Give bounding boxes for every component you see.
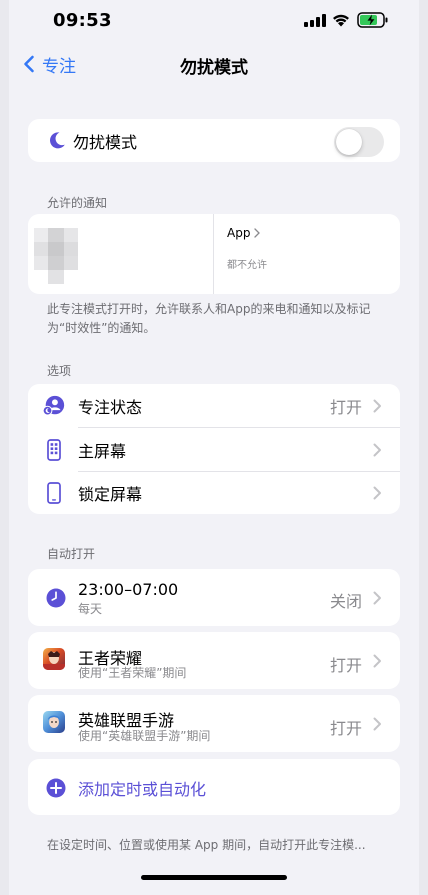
chevron-right-icon	[373, 399, 381, 412]
option-value: 打开	[329, 397, 362, 417]
option-label: 主屏幕	[78, 441, 127, 461]
option-row-home-screen[interactable]: 主屏幕	[28, 428, 400, 471]
app-automation-value: 打开	[329, 656, 362, 675]
device-edge-right	[419, 0, 428, 895]
auto-on-footer: 在设定时间、位置或使用某 App 期间，自动打开此专注模...	[47, 838, 366, 852]
chevron-right-icon	[373, 591, 381, 605]
switch-knob	[336, 129, 362, 155]
allowed-notifications-card: App 都不允许	[28, 214, 400, 294]
app-automation-detail: 使用“王者荣耀”期间	[78, 666, 187, 680]
apps-allowed-label: App	[227, 226, 251, 240]
auto-on-header: 自动打开	[47, 547, 96, 561]
chevron-right-icon	[373, 443, 381, 456]
options-card: 专注状态 打开 主屏幕 锁定屏幕	[28, 384, 400, 514]
status-time: 09:53	[53, 10, 112, 31]
app-automation-value: 打开	[329, 719, 362, 738]
apps-allowed-region[interactable]: App 都不允许	[214, 214, 400, 294]
apps-allowed-value: 都不允许	[227, 260, 267, 271]
schedule-repeat: 每天	[78, 602, 103, 616]
schedule-time: 23:00–07:00	[78, 580, 179, 599]
cellular-signal-icon	[304, 14, 326, 27]
clock-icon	[44, 586, 68, 610]
chevron-right-icon	[373, 486, 381, 499]
dnd-toggle-row[interactable]: 勿扰模式	[28, 119, 400, 162]
home-indicator[interactable]	[141, 875, 287, 880]
allowed-notifications-header: 允许的通知	[47, 196, 108, 210]
page-title: 勿扰模式	[180, 58, 248, 78]
home-screen-icon	[42, 438, 66, 462]
device-edge-left	[0, 0, 9, 895]
app-automation-card-lol-mobile[interactable]: 英雄联盟手游 使用“英雄联盟手游”期间 打开	[28, 695, 400, 752]
dnd-toggle-card: 勿扰模式	[28, 119, 400, 162]
navigation-bar: 专注 勿扰模式	[0, 46, 428, 82]
schedule-value: 关闭	[329, 592, 362, 611]
honor-of-kings-app-icon	[43, 648, 65, 670]
option-row-focus-status[interactable]: 专注状态 打开	[28, 384, 400, 427]
dnd-switch[interactable]	[334, 127, 384, 157]
moon-icon	[45, 128, 69, 152]
people-allowed-region[interactable]	[28, 214, 213, 294]
chevron-right-icon	[254, 228, 260, 238]
chevron-right-icon	[373, 717, 381, 731]
add-schedule-label: 添加定时或自动化	[78, 780, 207, 799]
option-label: 锁定屏幕	[78, 484, 143, 504]
schedule-card[interactable]: 23:00–07:00 每天 关闭	[28, 569, 400, 626]
lock-screen-icon	[42, 481, 66, 505]
status-bar: 09:53	[0, 0, 428, 44]
chevron-right-icon	[373, 654, 381, 668]
option-row-lock-screen[interactable]: 锁定屏幕	[28, 471, 400, 514]
add-schedule-card[interactable]: 添加定时或自动化	[28, 759, 400, 815]
battery-icon	[357, 12, 388, 28]
dnd-toggle-label: 勿扰模式	[73, 132, 138, 152]
app-automation-detail: 使用“英雄联盟手游”期间	[78, 729, 211, 743]
lol-mobile-app-icon	[43, 711, 65, 733]
app-automation-card-honor-of-kings[interactable]: 王者荣耀 使用“王者荣耀”期间 打开	[28, 632, 400, 689]
option-label: 专注状态	[78, 397, 143, 417]
wifi-icon	[333, 14, 349, 27]
focus-status-icon	[42, 394, 66, 418]
allowed-notifications-footer: 此专注模式打开时，允许联系人和App的来电和通知以及标记为“时效性”的通知。	[47, 302, 371, 335]
options-header: 选项	[47, 364, 72, 378]
plus-circle-icon	[44, 776, 68, 800]
blurred-contact-avatar	[34, 228, 80, 284]
